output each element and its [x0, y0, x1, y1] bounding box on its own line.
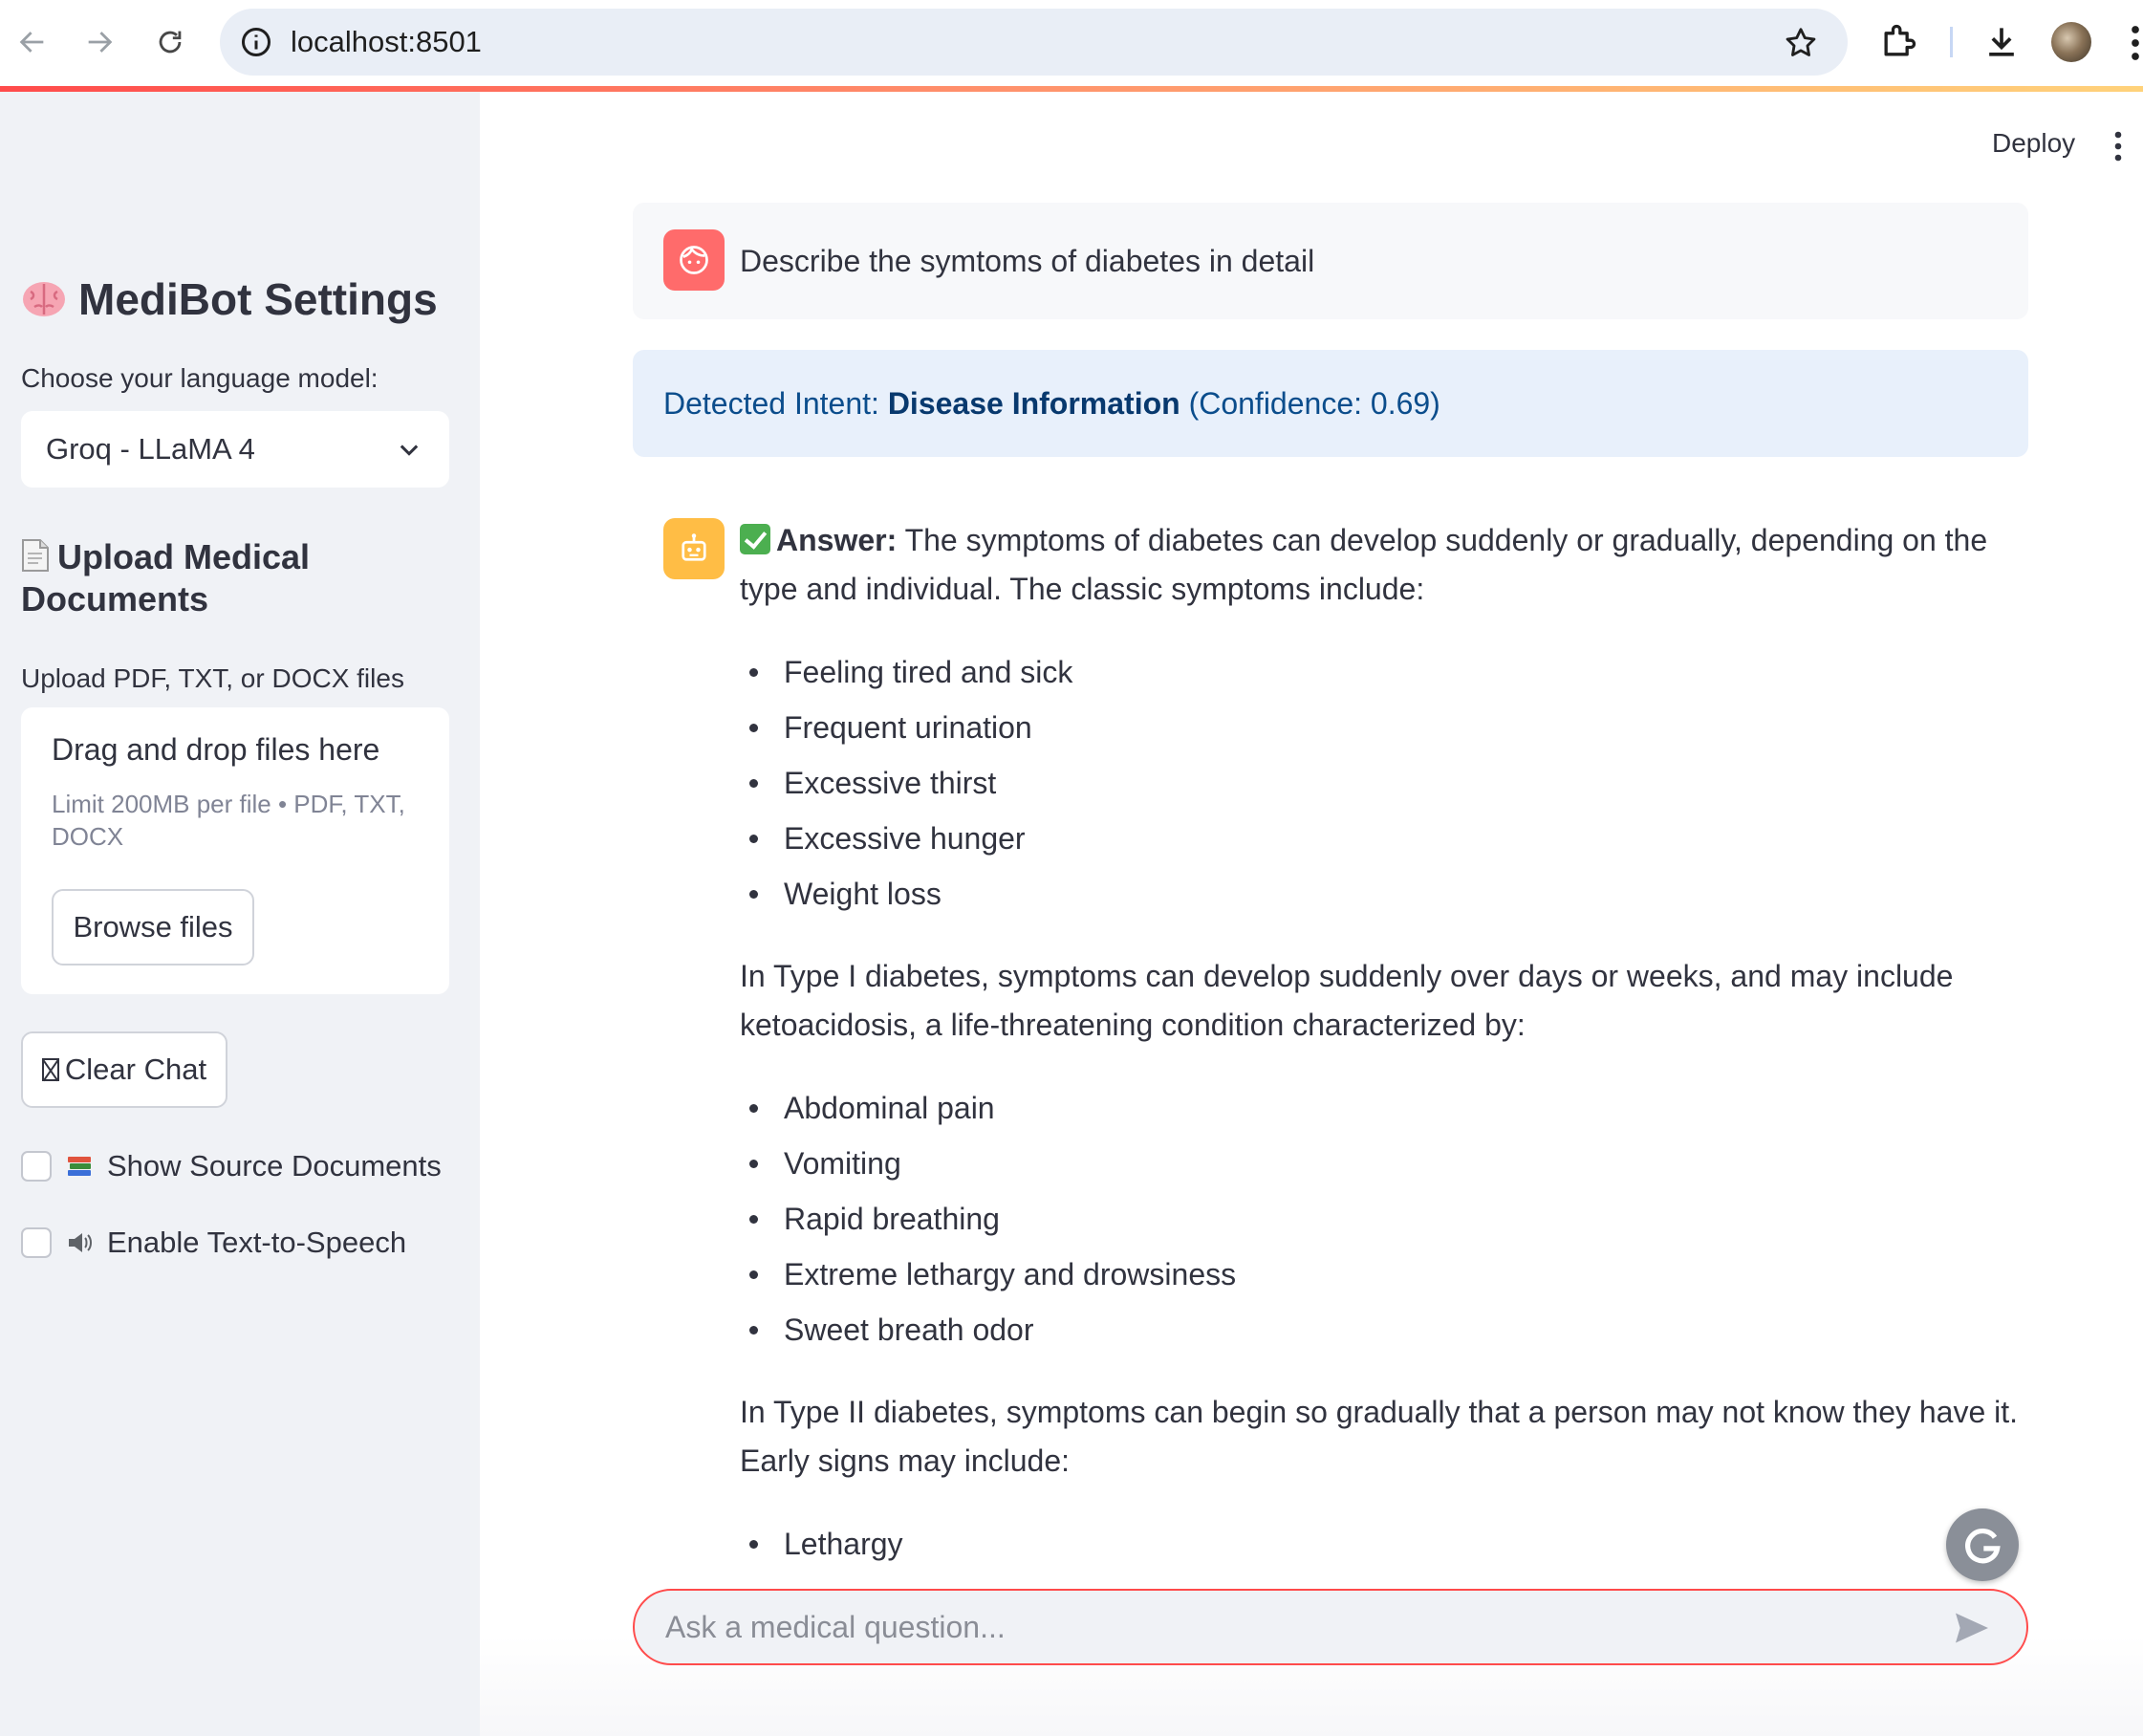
answer-intro-text: The symptoms of diabetes can develop sud… — [740, 523, 1988, 606]
list-item: Weight loss — [740, 866, 2030, 922]
grammarly-icon[interactable] — [1946, 1508, 2019, 1581]
list-item: Excessive thirst — [740, 755, 2030, 811]
tts-checkbox[interactable] — [21, 1227, 52, 1258]
answer-label: Answer: — [776, 523, 898, 557]
check-mark-icon — [740, 524, 770, 554]
chat-input-container[interactable] — [633, 1589, 2028, 1665]
model-select-value[interactable]: Groq - LLaMA 4 — [46, 411, 255, 488]
address-bar[interactable]: localhost:8501 — [220, 9, 1848, 76]
browser-toolbar: localhost:8501 — [0, 0, 2143, 86]
model-select[interactable]: Groq - LLaMA 4 — [21, 411, 449, 488]
answer-intro: Answer: The symptoms of diabetes can dev… — [740, 516, 2030, 614]
user-message-text: Describe the symtoms of diabetes in deta… — [740, 244, 1315, 278]
list-item: Lethargy — [740, 1516, 2030, 1572]
profile-avatar[interactable] — [2051, 22, 2091, 62]
intent-name: Disease Information — [887, 386, 1180, 421]
list-item: Sweet breath odor — [740, 1302, 2030, 1357]
browse-files-button[interactable]: Browse files — [52, 889, 254, 966]
type1-paragraph: In Type I diabetes, symptoms can develop… — [740, 959, 1954, 1042]
upload-heading-text: Upload Medical Documents — [21, 537, 311, 618]
bookmark-star-icon[interactable] — [1783, 25, 1819, 61]
list-item: Abdominal pain — [740, 1080, 2030, 1136]
tts-row[interactable]: Enable Text-to-Speech — [21, 1226, 406, 1260]
tts-label: Enable Text-to-Speech — [107, 1226, 407, 1259]
classic-symptoms-list: Feeling tired and sick Frequent urinatio… — [740, 644, 2030, 922]
intent-text: Detected Intent: Disease Information (Co… — [663, 350, 1440, 457]
brain-icon — [23, 282, 65, 316]
chat-input[interactable] — [665, 1591, 1937, 1663]
clear-chat-button[interactable]: Clear Chat — [21, 1031, 227, 1108]
url-text[interactable]: localhost:8501 — [291, 9, 482, 76]
show-sources-label: Show Source Documents — [107, 1149, 442, 1183]
upload-heading: Upload Medical Documents — [21, 536, 422, 620]
list-item: Excessive hunger — [740, 811, 2030, 866]
chevron-down-icon[interactable] — [396, 436, 422, 463]
download-icon[interactable] — [1981, 21, 2023, 63]
deploy-button[interactable]: Deploy — [1992, 128, 2075, 159]
intent-confidence: (Confidence: 0.69) — [1180, 386, 1440, 421]
extensions-icon[interactable] — [1877, 21, 1919, 63]
sidebar-title-text: MediBot Settings — [78, 274, 438, 324]
model-select-label: Choose your language model: — [21, 363, 379, 393]
toolbar-divider — [1950, 27, 1953, 57]
browser-menu-icon[interactable] — [2128, 23, 2143, 63]
list-item: Rapid breathing — [740, 1191, 2030, 1247]
forward-icon[interactable] — [78, 21, 120, 63]
sidebar-title: MediBot Settings — [21, 273, 438, 325]
list-item: Feeling tired and sick — [740, 644, 2030, 700]
document-icon — [22, 539, 49, 572]
clear-chat-label: Clear Chat — [64, 1052, 207, 1086]
list-item: Vomiting — [740, 1136, 2030, 1191]
dropzone-limit: Limit 200MB per file • PDF, TXT, DOCX — [52, 790, 405, 851]
bot-avatar-icon — [663, 518, 725, 579]
sidebar: MediBot Settings Choose your language mo… — [0, 92, 480, 1736]
dropzone-title: Drag and drop files here — [52, 732, 380, 767]
missing-glyph-icon — [41, 1058, 59, 1081]
show-sources-row[interactable]: Show Source Documents — [21, 1149, 442, 1183]
user-avatar-icon — [663, 229, 725, 291]
bot-answer: Answer: The symptoms of diabetes can dev… — [740, 516, 2030, 1602]
upload-label: Upload PDF, TXT, or DOCX files — [21, 663, 404, 693]
type2-paragraph: In Type II diabetes, symptoms can begin … — [740, 1395, 2019, 1478]
type1-symptoms-list: Abdominal pain Vomiting Rapid breathing … — [740, 1080, 2030, 1357]
file-dropzone[interactable]: Drag and drop files here Limit 200MB per… — [21, 707, 449, 994]
list-item: Extreme lethargy and drowsiness — [740, 1247, 2030, 1302]
show-sources-checkbox[interactable] — [21, 1151, 52, 1182]
list-item: Frequent urination — [740, 700, 2030, 755]
user-message: Describe the symtoms of diabetes in deta… — [633, 203, 2028, 319]
back-icon[interactable] — [11, 21, 54, 63]
books-icon — [68, 1157, 91, 1176]
intent-prefix: Detected Intent: — [663, 386, 888, 421]
site-info-icon[interactable] — [239, 25, 273, 59]
reload-icon[interactable] — [149, 21, 191, 63]
send-icon[interactable] — [1954, 1612, 1990, 1644]
speaker-icon — [69, 1233, 92, 1252]
app-menu-icon[interactable] — [2112, 129, 2124, 163]
intent-info-box: Detected Intent: Disease Information (Co… — [633, 350, 2028, 457]
type2-symptoms-list: Lethargy — [740, 1516, 2030, 1572]
